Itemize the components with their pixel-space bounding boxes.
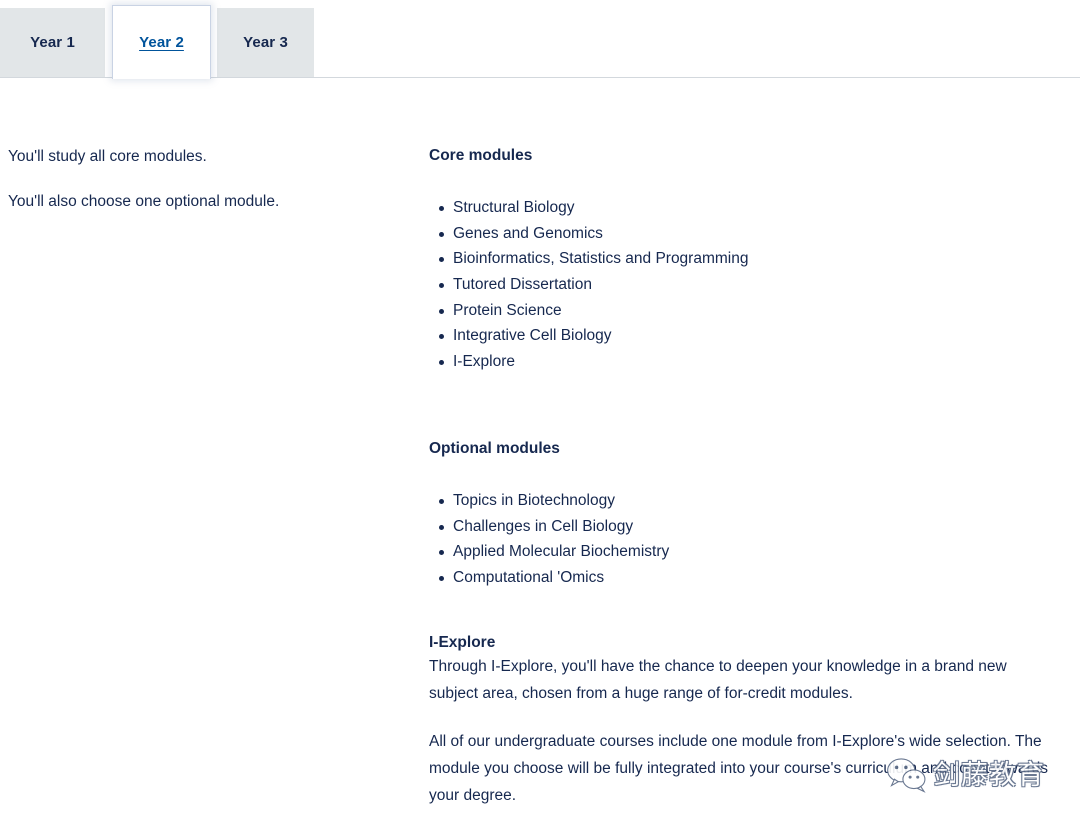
optional-modules-heading: Optional modules	[429, 440, 560, 457]
core-modules-list: Structural Biology Genes and Genomics Bi…	[429, 195, 1054, 374]
core-modules-section: Core modules Structural Biology Genes an…	[429, 146, 1054, 370]
i-explore-paragraph-2: All of our undergraduate courses include…	[429, 733, 1048, 805]
i-explore-paragraph-1: Through I-Explore, you'll have the chanc…	[429, 658, 1007, 703]
tab-year-3-label: Year 3	[243, 34, 288, 51]
year-tabs: Year 1 Year 2 Year 3	[0, 0, 1080, 79]
list-item: Structural Biology	[429, 195, 1054, 221]
i-explore-section: I-Explore Through I-Explore, you'll have…	[429, 633, 1054, 809]
tab-year-3[interactable]: Year 3	[217, 8, 314, 77]
list-item: Challenges in Cell Biology	[429, 514, 1054, 540]
optional-modules-section: Optional modules Topics in Biotechnology…	[429, 439, 1054, 586]
list-item: Tutored Dissertation	[429, 272, 1054, 298]
list-item: Bioinformatics, Statistics and Programmi…	[429, 246, 1054, 272]
core-modules-heading: Core modules	[429, 147, 533, 164]
list-item: Protein Science	[429, 298, 1054, 324]
tab-year-2[interactable]: Year 2	[112, 5, 211, 79]
tab-year-1-label: Year 1	[30, 34, 75, 51]
i-explore-heading: I-Explore	[429, 634, 496, 651]
intro-paragraph-1: You'll study all core modules.	[8, 148, 207, 165]
tab-year-1[interactable]: Year 1	[0, 8, 105, 77]
list-item: Topics in Biotechnology	[429, 488, 1054, 514]
list-item: Applied Molecular Biochemistry	[429, 539, 1054, 565]
intro-column: You'll study all core modules. You'll al…	[8, 146, 398, 237]
list-item: I-Explore	[429, 349, 1054, 375]
optional-modules-list: Topics in Biotechnology Challenges in Ce…	[429, 488, 1054, 590]
tab-year-2-label: Year 2	[139, 34, 184, 51]
list-item: Integrative Cell Biology	[429, 323, 1054, 349]
list-item: Genes and Genomics	[429, 221, 1054, 247]
intro-paragraph-2: You'll also choose one optional module.	[8, 193, 280, 211]
list-item: Computational 'Omics	[429, 565, 1054, 591]
